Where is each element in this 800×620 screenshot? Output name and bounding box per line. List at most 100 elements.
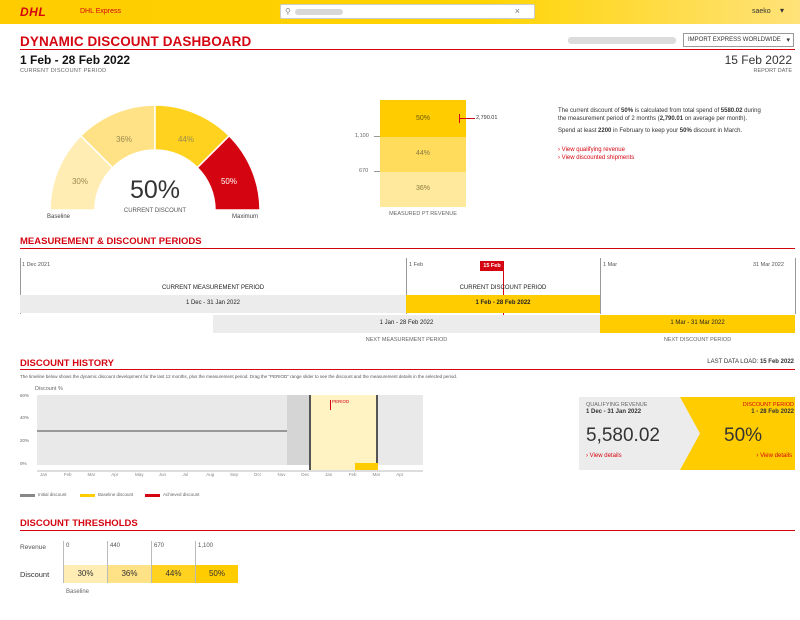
last-data-load: LAST DATA LOAD: 15 Feb 2022 — [707, 359, 794, 365]
product-select[interactable]: IMPORT EXPRESS WORLDWIDE ▾ — [683, 33, 794, 47]
qualifying-revenue-value: 5,580.02 — [586, 425, 660, 446]
month-label: Oct — [253, 472, 261, 477]
threshold-discount: 50% — [196, 565, 238, 583]
clear-icon[interactable]: × — [515, 6, 520, 16]
account-info — [568, 37, 676, 44]
report-date: 15 Feb 2022 — [724, 53, 792, 67]
current-period: 1 Feb - 28 Feb 2022 — [20, 53, 131, 67]
gauge-label-36: 36% — [116, 135, 132, 144]
month-label: Jul — [182, 472, 189, 477]
threshold-baseline-label: Baseline — [66, 589, 90, 595]
current-discount-label: CURRENT DISCOUNT PERIOD — [459, 285, 547, 291]
tick-mark — [374, 171, 380, 172]
revenue-tick: 1,100 — [355, 133, 369, 139]
baseline-discount-bar — [355, 463, 378, 470]
report-date-label: REPORT DATE — [753, 68, 792, 74]
card-left-period: 1 Dec - 31 Jan 2022 — [586, 409, 642, 415]
month-label: Mar — [372, 472, 381, 477]
divider — [20, 369, 795, 370]
y-tick: 60% — [20, 393, 30, 398]
next-discount-label: NEXT DISCOUNT PERIOD — [663, 337, 732, 343]
period-marker-label: PERIOD — [332, 399, 350, 404]
info-line: Spend at least 2200 in February to keep … — [558, 128, 743, 134]
threshold-revenue: 0 — [66, 543, 70, 549]
month-label: Feb — [63, 472, 72, 477]
month-label: Jun — [158, 472, 167, 477]
current-discount-period: 1 Feb - 28 Feb 2022 — [406, 295, 600, 313]
period-marker — [330, 400, 331, 410]
timeline-tick: 1 Dec 2021 — [22, 262, 51, 268]
legend-swatch-baseline — [80, 494, 95, 497]
chevron-right-icon: › — [558, 155, 560, 161]
next-discount-period: 1 Mar - 31 Mar 2022 — [600, 315, 795, 333]
legend-item: Initial discount — [38, 492, 67, 497]
gauge-label-50: 50% — [221, 177, 237, 186]
discount-value: 50% — [724, 425, 763, 446]
month-label: Sep — [230, 472, 239, 477]
legend-item: Achieved discount — [163, 492, 200, 497]
current-measurement-period: 1 Dec - 31 Jan 2022 — [20, 295, 406, 313]
history-shade — [287, 395, 309, 465]
view-qualifying-revenue-link[interactable]: › View qualifying revenue — [558, 147, 625, 153]
view-discounted-shipments-link[interactable]: › View discounted shipments — [558, 155, 634, 161]
view-revenue-details-link[interactable]: › View details — [586, 453, 622, 459]
period-range-slider[interactable] — [309, 395, 378, 470]
divider — [20, 530, 795, 531]
revenue-row-label: Revenue — [20, 544, 47, 551]
gauge-baseline-label: Baseline — [47, 214, 71, 220]
month-label: Apr — [111, 472, 119, 477]
revenue-tick: 670 — [359, 168, 369, 174]
timeline-tick: 1 Mar — [603, 262, 618, 268]
month-label: Jan — [40, 472, 48, 477]
legend-swatch-initial — [20, 494, 35, 497]
month-label: May — [135, 472, 144, 477]
revenue-tier-label: 36% — [415, 185, 430, 192]
month-label: Dec — [301, 472, 310, 477]
section-title-history: DISCOUNT HISTORY — [20, 358, 114, 369]
chevron-down-icon[interactable]: ▾ — [780, 6, 784, 15]
gauge-label-30: 30% — [72, 177, 88, 186]
view-discount-details-link[interactable]: › View details — [756, 453, 792, 459]
timeline-tick: 31 Mar 2022 — [753, 262, 784, 268]
timeline-line — [600, 258, 601, 314]
gauge-maximum-label: Maximum — [232, 214, 259, 220]
section-title-periods: MEASUREMENT & DISCOUNT PERIODS — [20, 236, 202, 247]
y-tick: 40% — [20, 415, 30, 420]
revenue-marker-line — [459, 118, 475, 119]
tick-mark — [374, 136, 380, 137]
today-badge: 15 Feb — [480, 261, 504, 271]
revenue-tier-label: 50% — [415, 115, 430, 122]
app-name: DHL Express — [80, 8, 121, 15]
page-title: DYNAMIC DISCOUNT DASHBOARD — [20, 34, 252, 49]
timeline-line — [795, 258, 796, 314]
chevron-right-icon: › — [586, 453, 588, 459]
threshold-revenue: 1,100 — [198, 543, 214, 549]
y-tick: 0% — [20, 461, 27, 466]
timeline-tick: 1 Feb — [409, 262, 424, 268]
next-measurement-label: NEXT MEASUREMENT PERIOD — [365, 337, 448, 343]
user-name[interactable]: saeko — [752, 8, 771, 15]
card-right-period: 1 - 28 Feb 2022 — [751, 409, 794, 415]
divider — [20, 248, 795, 249]
section-title-thresholds: DISCOUNT THRESHOLDS — [20, 518, 138, 529]
card-left-label: QUALIFYING REVENUE — [586, 402, 648, 408]
history-description: The timeline below shows the dynamic dis… — [20, 374, 458, 379]
card-arrow — [680, 397, 700, 470]
chevron-right-icon: › — [756, 453, 759, 459]
revenue-marker — [459, 114, 460, 123]
search-input[interactable]: ⚲ × — [280, 4, 535, 19]
threshold-revenue: 440 — [110, 543, 121, 549]
initial-discount-line — [37, 430, 287, 432]
threshold-revenue: 670 — [154, 543, 165, 549]
chevron-down-icon: ▾ — [786, 37, 790, 44]
month-label: Aug — [206, 472, 215, 477]
gauge-value-label: CURRENT DISCOUNT — [123, 208, 187, 214]
history-y-title: Discount % — [35, 386, 63, 392]
revenue-tier-label: 44% — [415, 150, 430, 157]
revenue-marker-value: 2,790.01 — [476, 115, 498, 121]
search-value — [295, 9, 343, 15]
dhl-logo[interactable]: DHL — [20, 5, 46, 19]
threshold-discount: 44% — [152, 565, 195, 583]
gauge-label-44: 44% — [178, 135, 194, 144]
gauge-value: 50% — [129, 176, 181, 204]
